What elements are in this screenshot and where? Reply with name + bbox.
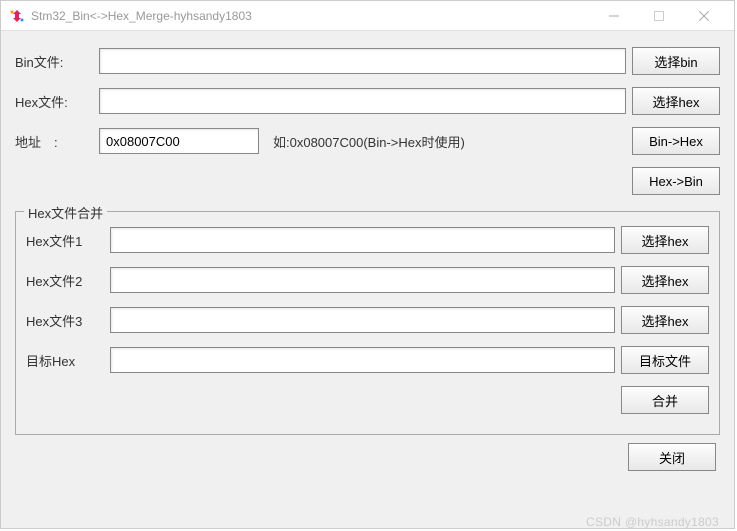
address-label: 地址 : — [15, 132, 93, 151]
target-file-button[interactable]: 目标文件 — [621, 346, 709, 374]
select-bin-button[interactable]: 选择bin — [632, 47, 720, 75]
hex3-row: Hex文件3 选择hex — [26, 306, 709, 334]
select-hex1-button[interactable]: 选择hex — [621, 226, 709, 254]
target-hex-row: 目标Hex 目标文件 — [26, 346, 709, 374]
footer-row: 关闭 — [15, 443, 720, 471]
bin-file-label: Bin文件: — [15, 52, 93, 71]
hex2-input[interactable] — [110, 267, 615, 293]
select-hex2-button[interactable]: 选择hex — [621, 266, 709, 294]
hex2-label: Hex文件2 — [26, 271, 104, 290]
merge-button[interactable]: 合并 — [621, 386, 709, 414]
hex-file-input[interactable] — [99, 88, 626, 114]
window-controls — [591, 2, 726, 30]
address-row: 地址 : 如:0x08007C00(Bin->Hex时使用) Bin->Hex — [15, 127, 720, 155]
hex-to-bin-button[interactable]: Hex->Bin — [632, 167, 720, 195]
hex-merge-title: Hex文件合并 — [24, 203, 107, 222]
target-hex-label: 目标Hex — [26, 351, 104, 370]
merge-btn-row: 合并 — [26, 386, 709, 414]
bin-to-hex-button[interactable]: Bin->Hex — [632, 127, 720, 155]
close-button[interactable] — [681, 2, 726, 30]
hex1-label: Hex文件1 — [26, 231, 104, 250]
minimize-button[interactable] — [591, 2, 636, 30]
address-input[interactable] — [99, 128, 259, 154]
hex3-label: Hex文件3 — [26, 311, 104, 330]
address-hint: 如:0x08007C00(Bin->Hex时使用) — [273, 132, 626, 151]
app-icon — [9, 8, 25, 24]
hex2-row: Hex文件2 选择hex — [26, 266, 709, 294]
watermark-text: CSDN @hyhsandy1803 — [586, 515, 719, 529]
hex1-row: Hex文件1 选择hex — [26, 226, 709, 254]
app-window: Stm32_Bin<->Hex_Merge-hyhsandy1803 Bin文件… — [0, 0, 735, 529]
hex1-input[interactable] — [110, 227, 615, 253]
hex-to-bin-row: Hex->Bin — [15, 167, 720, 195]
content-area: Bin文件: 选择bin Hex文件: 选择hex 地址 : 如:0x08007… — [1, 31, 734, 528]
close-app-button[interactable]: 关闭 — [628, 443, 716, 471]
select-hex3-button[interactable]: 选择hex — [621, 306, 709, 334]
bin-file-row: Bin文件: 选择bin — [15, 47, 720, 75]
titlebar: Stm32_Bin<->Hex_Merge-hyhsandy1803 — [1, 1, 734, 31]
hex-file-row: Hex文件: 选择hex — [15, 87, 720, 115]
window-title: Stm32_Bin<->Hex_Merge-hyhsandy1803 — [31, 9, 591, 23]
hex-merge-group: Hex文件合并 Hex文件1 选择hex Hex文件2 选择hex Hex文件3… — [15, 211, 720, 435]
hex3-input[interactable] — [110, 307, 615, 333]
select-hex-button[interactable]: 选择hex — [632, 87, 720, 115]
hex-file-label: Hex文件: — [15, 92, 93, 111]
bin-file-input[interactable] — [99, 48, 626, 74]
target-hex-input[interactable] — [110, 347, 615, 373]
maximize-button[interactable] — [636, 2, 681, 30]
